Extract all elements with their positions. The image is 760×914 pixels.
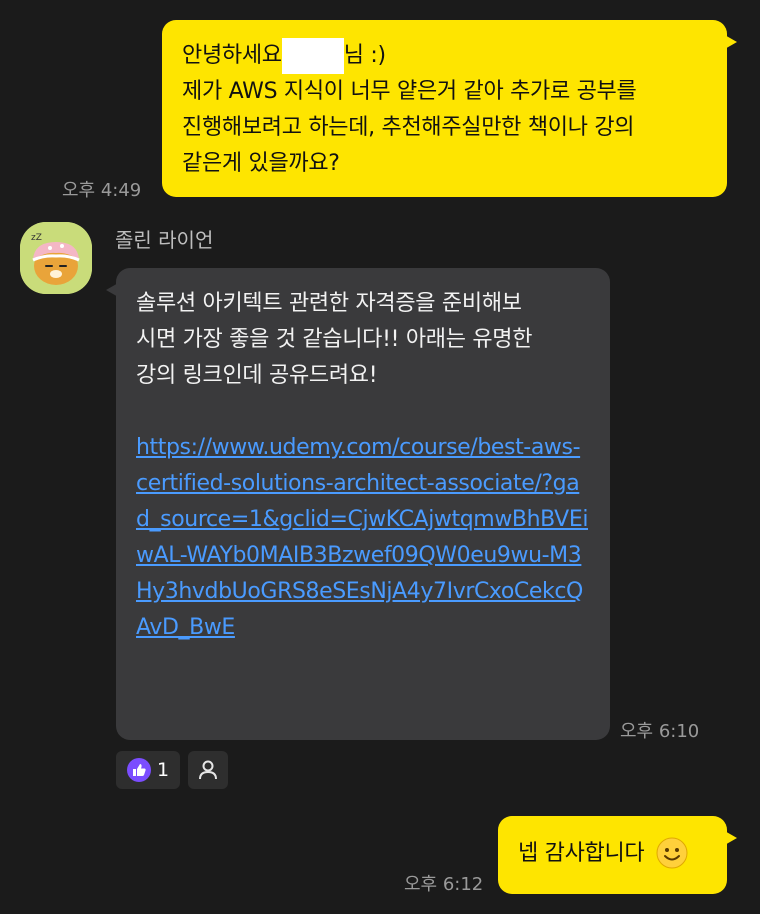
message-text: 솔루션 아키텍트 관련한 자격증을 준비해보 시면 가장 좋을 것 같습니다!!… — [136, 291, 533, 388]
like-reaction[interactable]: 1 — [116, 751, 180, 789]
message-body: 제가 AWS 지식이 너무 얕은거 같아 추가로 공부를 진행해보려고 하는데,… — [182, 79, 637, 176]
reaction-count: 1 — [156, 759, 170, 781]
message-text: 넵 감사합니다 — [518, 841, 645, 866]
message-time: 오후 4:49 — [62, 180, 142, 201]
thumbs-up-icon — [126, 758, 151, 782]
message-text: 안녕하세요 님 :) 제가 AWS 지식이 너무 얕은거 같아 추가로 공부를 진… — [182, 38, 707, 182]
outgoing-message-2[interactable]: 넵 감사합니다 — [498, 816, 737, 894]
ryan-avatar-icon: zZ — [20, 222, 92, 294]
greeting-text: 안녕하세요 — [182, 43, 282, 68]
smiling-face-icon — [656, 837, 688, 873]
bubble-tail — [723, 34, 737, 50]
bubble-tail — [106, 282, 120, 298]
add-reaction-button[interactable] — [188, 751, 228, 789]
incoming-message[interactable]: 솔루션 아키텍트 관련한 자격증을 준비해보 시면 가장 좋을 것 같습니다!!… — [106, 268, 610, 740]
outgoing-message-1[interactable]: 안녕하세요 님 :) 제가 AWS 지식이 너무 얕은거 같아 추가로 공부를 진… — [162, 20, 737, 197]
course-link[interactable]: https://www.udemy.com/course/best-aws-ce… — [136, 430, 590, 646]
person-icon — [199, 760, 217, 780]
svg-text:zZ: zZ — [31, 233, 42, 243]
bubble-tail — [723, 830, 737, 846]
avatar[interactable]: zZ — [20, 222, 92, 294]
message-time: 오후 6:10 — [620, 721, 700, 742]
sender-name: 졸린 라이언 — [115, 228, 214, 252]
message-time: 오후 6:12 — [404, 874, 484, 895]
greeting-suffix: 님 :) — [343, 43, 386, 68]
redacted-name — [281, 38, 344, 74]
